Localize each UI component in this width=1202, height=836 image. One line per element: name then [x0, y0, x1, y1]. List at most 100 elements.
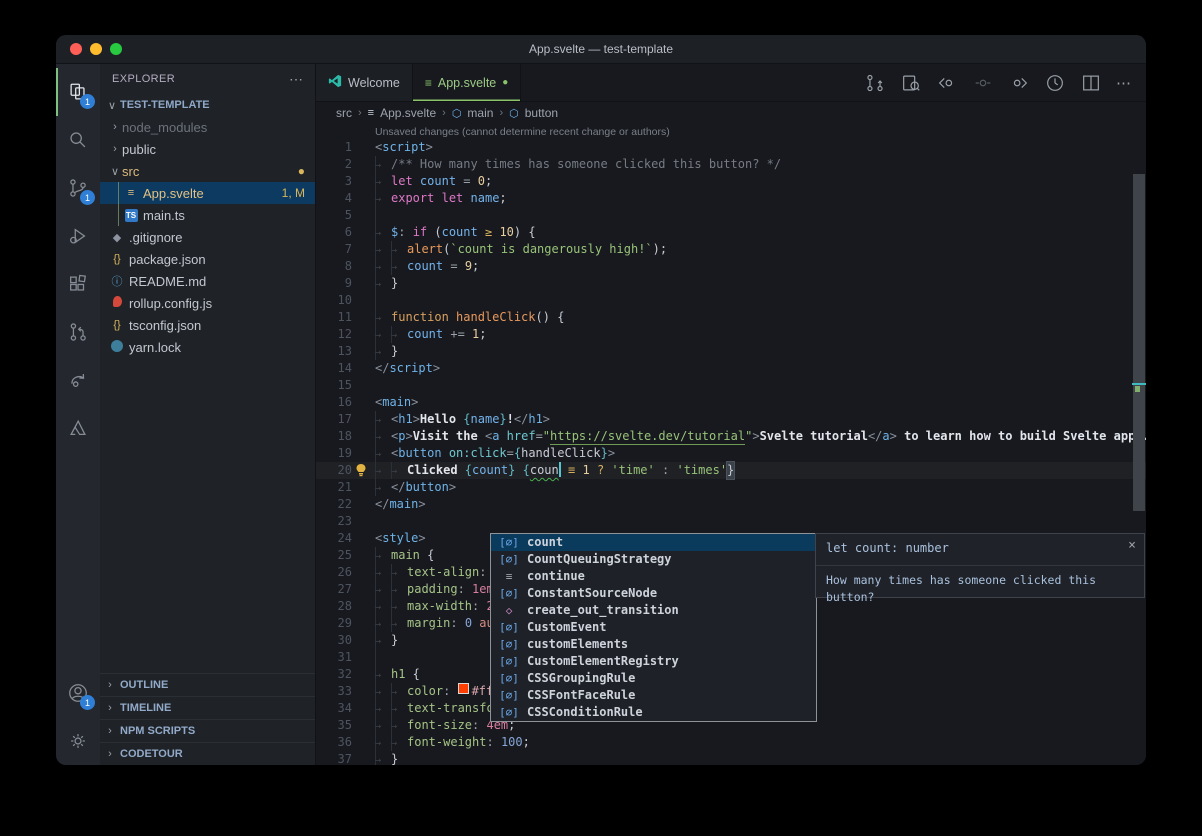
vscode-window: App.svelte — test-template 111 EXPLORER …: [56, 35, 1146, 765]
code-line-11[interactable]: 11function handleClick() {: [316, 309, 1146, 326]
suggest-item-cssconditionrule[interactable]: [∅]CSSConditionRule: [491, 704, 816, 721]
title-bar[interactable]: App.svelte — test-template: [56, 35, 1146, 64]
suggest-item-customelementregistry[interactable]: [∅]CustomElementRegistry: [491, 653, 816, 670]
activity-source-control-icon[interactable]: 1: [56, 164, 100, 212]
editor-scrollbar[interactable]: [1132, 174, 1146, 765]
code-line-21[interactable]: 21</button>: [316, 479, 1146, 496]
tree-file-main-ts[interactable]: TSmain.ts: [100, 204, 315, 226]
open-changes-icon[interactable]: [864, 72, 886, 94]
token: () {: [536, 309, 565, 326]
navigate-forward-icon[interactable]: [1008, 72, 1030, 94]
suggest-item-constantsourcenode[interactable]: [∅]ConstantSourceNode: [491, 585, 816, 602]
color-swatch[interactable]: [458, 683, 469, 694]
activity-extensions-icon[interactable]: [56, 260, 100, 308]
suggest-item-customelements[interactable]: [∅]customElements: [491, 636, 816, 653]
code-line-20[interactable]: 20Clicked {count} {coun ≡ 1 ? 'time' : '…: [316, 462, 1146, 479]
code-line-14[interactable]: 14</script>: [316, 360, 1146, 377]
split-editor-icon[interactable]: [1080, 72, 1102, 94]
section-codetour[interactable]: ›CODETOUR: [100, 742, 315, 765]
code-line-6[interactable]: 6$: if (count ≥ 10) {: [316, 224, 1146, 241]
section-label: NPM SCRIPTS: [120, 725, 195, 737]
tree-file-app-svelte[interactable]: ≡App.svelte1, M: [100, 182, 315, 204]
code-line-1[interactable]: 1<script>: [316, 139, 1146, 156]
code-line-19[interactable]: 19<button on:click={handleClick}>: [316, 445, 1146, 462]
tree-file-yarn-lock[interactable]: yarn.lock: [100, 336, 315, 358]
suggest-details-panel: × let count: number How many times has s…: [815, 533, 1145, 598]
open-preview-icon[interactable]: [900, 72, 922, 94]
token: >: [752, 428, 759, 445]
code-line-23[interactable]: 23: [316, 513, 1146, 530]
tree-file-rollup-config-js[interactable]: rollup.config.js: [100, 292, 315, 314]
breadcrumb-item-button[interactable]: button: [525, 106, 558, 120]
tab-app-svelte[interactable]: ≡ App.svelte ●: [413, 64, 521, 101]
code-line-16[interactable]: 16<main>: [316, 394, 1146, 411]
suggest-item-count[interactable]: [∅]count: [491, 534, 816, 551]
scrollbar-slider[interactable]: [1133, 174, 1145, 511]
activity-search-icon[interactable]: [56, 116, 100, 164]
suggest-item-customevent[interactable]: [∅]CustomEvent: [491, 619, 816, 636]
code-line-10[interactable]: 10: [316, 292, 1146, 309]
code-line-18[interactable]: 18<p>Visit the <a href="https://svelte.d…: [316, 428, 1146, 445]
code-line-7[interactable]: 7alert(`count is dangerously high!`);: [316, 241, 1146, 258]
suggest-item-create_out_transition[interactable]: ◇create_out_transition: [491, 602, 816, 619]
workspace-root-folder[interactable]: ∨ TEST-TEMPLATE: [100, 94, 315, 116]
more-actions-icon[interactable]: ⋯: [1116, 74, 1132, 92]
section-timeline[interactable]: ›TIMELINE: [100, 696, 315, 719]
code-line-8[interactable]: 8count = 9;: [316, 258, 1146, 275]
breadcrumb-item-src[interactable]: src: [336, 106, 352, 120]
activity-live-share-icon[interactable]: [56, 356, 100, 404]
activity-run-and-debug-icon[interactable]: [56, 212, 100, 260]
tree-folder-src[interactable]: ∨src●: [100, 160, 315, 182]
tree-file-tsconfig-json[interactable]: {}tsconfig.json: [100, 314, 315, 336]
explorer-more-actions-icon[interactable]: ⋯: [289, 71, 303, 88]
code-line-15[interactable]: 15: [316, 377, 1146, 394]
token: :: [398, 224, 405, 241]
token: >: [405, 428, 412, 445]
suggest-item-countqueuingstrategy[interactable]: [∅]CountQueuingStrategy: [491, 551, 816, 568]
breadcrumb-item-main[interactable]: main: [467, 106, 493, 120]
code-line-22[interactable]: 22</main>: [316, 496, 1146, 513]
breadcrumb-item-app-svelte[interactable]: App.svelte: [380, 106, 436, 120]
code-line-2[interactable]: 2/** How many times has someone clicked …: [316, 156, 1146, 173]
code-line-12[interactable]: 12count += 1;: [316, 326, 1146, 343]
activity-settings-gear-icon[interactable]: [56, 717, 100, 765]
tree-file--gitignore[interactable]: ◆.gitignore: [100, 226, 315, 248]
code-editor[interactable]: Unsaved changes (cannot determine recent…: [316, 124, 1146, 765]
code-line-17[interactable]: 17<h1>Hello {name}!</h1>: [316, 411, 1146, 428]
activity-azure-icon[interactable]: [56, 404, 100, 452]
code-line-9[interactable]: 9}: [316, 275, 1146, 292]
code-line-4[interactable]: 4export let name;: [316, 190, 1146, 207]
activity-explorer-icon[interactable]: 1: [56, 68, 100, 116]
tree-file-readme-md[interactable]: ⓘREADME.md: [100, 270, 315, 292]
code-line-36[interactable]: 36font-weight: 100;: [316, 734, 1146, 751]
tab-welcome[interactable]: Welcome: [316, 64, 413, 101]
indent-guide: [391, 462, 407, 479]
token: p: [398, 428, 405, 445]
section-npm-scripts[interactable]: ›NPM SCRIPTS: [100, 719, 315, 742]
suggest-item-cssgroupingrule[interactable]: [∅]CSSGroupingRule: [491, 670, 816, 687]
suggest-item-cssfontfacerule[interactable]: [∅]CSSFontFaceRule: [491, 687, 816, 704]
tree-file-package-json[interactable]: {}package.json: [100, 248, 315, 270]
line-number: 3: [316, 173, 375, 190]
code-line-37[interactable]: 37}: [316, 751, 1146, 765]
start-recording-icon[interactable]: [1044, 72, 1066, 94]
lightbulb-icon[interactable]: [354, 463, 368, 477]
code-line-5[interactable]: 5: [316, 207, 1146, 224]
navigate-position-icon[interactable]: [972, 72, 994, 94]
section-outline[interactable]: ›OUTLINE: [100, 673, 315, 696]
tree-folder-public[interactable]: ›public: [100, 138, 315, 160]
token: 1: [472, 326, 479, 343]
code-line-13[interactable]: 13}: [316, 343, 1146, 360]
activity-accounts-icon[interactable]: 1: [56, 669, 100, 717]
token: [669, 462, 676, 479]
token: [463, 190, 470, 207]
tree-folder-node-modules[interactable]: ›node_modules: [100, 116, 315, 138]
suggest-label: CustomElementRegistry: [527, 653, 679, 670]
token: [575, 462, 582, 479]
activity-github-pull-requests-icon[interactable]: [56, 308, 100, 356]
suggest-item-continue[interactable]: ≡continue: [491, 568, 816, 585]
close-icon[interactable]: ×: [1128, 537, 1136, 554]
activity-bar: 1 1 1: [56, 64, 100, 765]
navigate-back-icon[interactable]: [936, 72, 958, 94]
code-line-3[interactable]: 3let count = 0;: [316, 173, 1146, 190]
